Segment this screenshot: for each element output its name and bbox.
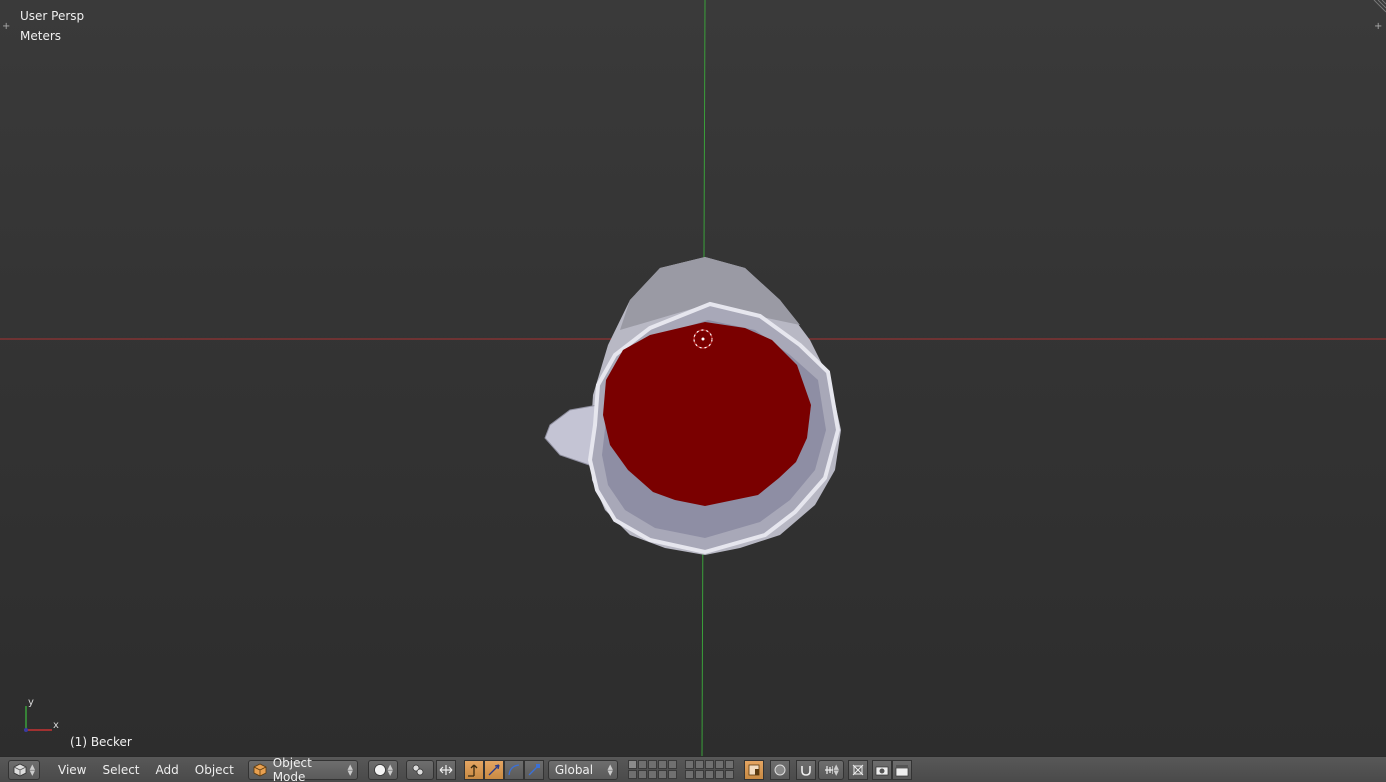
mode-label: Object Mode — [272, 755, 312, 782]
shading-select[interactable]: ▲ ▼ — [367, 759, 398, 780]
render-image-icon — [852, 764, 864, 775]
lock-camera-button[interactable] — [743, 759, 764, 780]
translate-manipulator-button[interactable] — [463, 759, 484, 780]
object-mode-icon — [253, 763, 267, 776]
menu-add[interactable]: Add — [148, 760, 187, 780]
dropdown-arrows-icon: ▲ ▼ — [833, 762, 839, 777]
axis-gizmo: y x — [24, 697, 59, 732]
proportional-edit-icon — [774, 764, 786, 775]
view-name-label: User Persp — [20, 9, 85, 23]
3d-view-icon — [13, 763, 27, 776]
layer-buttons-group-1[interactable] — [627, 760, 677, 779]
viewport-header: ▲ ▼ View Select Add Object Object Mode ▲ ▼… — [0, 756, 1386, 782]
blender-window: y x User Persp Meters (1) Becker + + ▲ ▼ … — [0, 0, 1386, 782]
pivot-point-select[interactable] — [405, 759, 434, 780]
scale-icon — [508, 763, 519, 775]
combined-manipulator-icon — [528, 763, 540, 775]
render-animation-button[interactable] — [891, 759, 912, 780]
clapperboard-icon — [895, 764, 909, 776]
menu-object[interactable]: Object — [187, 760, 242, 780]
manipulator-toggle-button[interactable] — [435, 759, 456, 780]
dropdown-arrows-icon: ▲ ▼ — [347, 762, 353, 777]
combined-manipulator-button[interactable] — [523, 759, 544, 780]
lock-layers-icon — [748, 764, 760, 775]
snap-increment-icon — [824, 765, 834, 774]
pivot-point-icon — [412, 764, 424, 775]
scale-manipulator-button[interactable] — [503, 759, 524, 780]
transform-orientation-select[interactable]: Global ▲ ▼ — [547, 759, 618, 780]
rotate-icon — [488, 763, 500, 775]
translate-icon — [467, 764, 478, 777]
opengl-render-button[interactable] — [847, 759, 868, 780]
layer-buttons-group-2[interactable] — [684, 760, 734, 779]
area-split-plus-icon-right[interactable]: + — [1374, 22, 1384, 32]
gizmo-x-label: x — [53, 720, 59, 731]
mug-object[interactable] — [544, 257, 841, 555]
rotate-manipulator-button[interactable] — [483, 759, 504, 780]
scene-canvas[interactable]: y x — [0, 0, 1386, 756]
dropdown-arrows-icon: ▲ ▼ — [29, 762, 35, 777]
proportional-edit-button[interactable] — [769, 759, 790, 780]
menu-view[interactable]: View — [50, 760, 94, 780]
area-resize-corner-icon[interactable] — [1372, 0, 1386, 14]
dropdown-arrows-icon: ▲ ▼ — [607, 762, 613, 777]
solid-shading-icon — [373, 763, 386, 776]
units-label: Meters — [20, 29, 62, 43]
camera-icon — [875, 766, 889, 775]
snap-toggle-button[interactable] — [795, 759, 816, 780]
3d-viewport[interactable]: y x User Persp Meters (1) Becker + + — [0, 0, 1386, 756]
menu-select[interactable]: Select — [94, 760, 147, 780]
magnet-icon — [801, 765, 811, 776]
dropdown-arrows-icon: ▲ ▼ — [387, 762, 393, 777]
manipulator-icon — [439, 764, 453, 775]
object-info-label: (1) Becker — [70, 735, 132, 749]
area-split-plus-icon-left[interactable]: + — [2, 22, 12, 32]
render-still-button[interactable] — [871, 759, 892, 780]
mode-select[interactable]: Object Mode ▲ ▼ — [247, 756, 358, 782]
gizmo-y-label: y — [28, 697, 34, 708]
orientation-label: Global — [554, 762, 594, 777]
snap-element-select[interactable]: ▲ ▼ — [817, 759, 844, 780]
editor-type-select[interactable]: ▲ ▼ — [8, 759, 40, 780]
